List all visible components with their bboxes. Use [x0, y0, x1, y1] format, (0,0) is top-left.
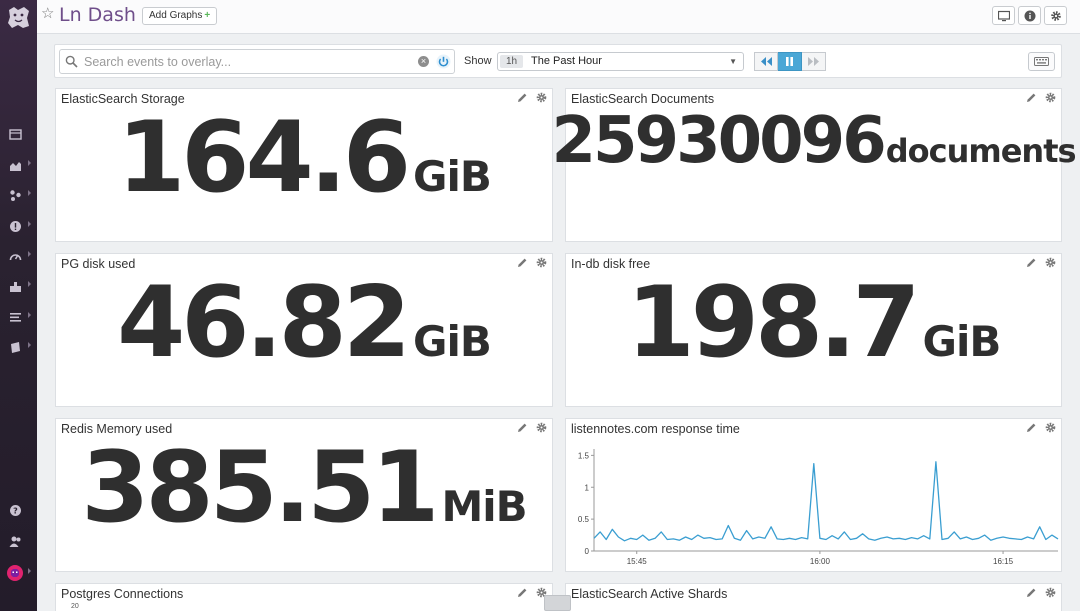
help-icon[interactable]: ?	[9, 502, 27, 518]
query-value-unit: GiB	[413, 152, 492, 201]
gear-icon[interactable]	[536, 92, 547, 103]
monitor-icon	[997, 10, 1010, 21]
integrations-icon[interactable]	[9, 187, 31, 203]
widget-pg-disk-used: PG disk used 46.82 GiB	[55, 253, 553, 407]
x-tick-label: 15:45	[627, 557, 648, 566]
widget-elasticsearch-storage: ElasticSearch Storage 164.6 GiB	[55, 88, 553, 242]
response-time-series-line	[593, 461, 1059, 542]
info-icon	[1024, 10, 1035, 21]
widget-title: listennotes.com response time	[571, 422, 740, 436]
rewind-button[interactable]	[754, 52, 778, 71]
dashboard-toolbar: × Show 1h The Past Hour ▼	[54, 44, 1062, 78]
fast-forward-icon	[808, 57, 819, 66]
gear-icon[interactable]	[1045, 257, 1056, 268]
pause-icon	[786, 57, 793, 66]
apm-gauge-icon[interactable]	[9, 248, 31, 264]
widget-response-time-chart: listennotes.com response time 0 0.5 1 1.5 15…	[565, 418, 1062, 572]
metrics-icon[interactable]	[9, 157, 31, 173]
query-value: 46.82 GiB	[56, 274, 552, 406]
pencil-edit-icon[interactable]	[517, 92, 528, 103]
gear-icon[interactable]	[536, 422, 547, 433]
pencil-edit-icon[interactable]	[517, 422, 528, 433]
notebooks-icon[interactable]	[9, 339, 31, 355]
dashboard-title[interactable]: Ln Dash	[59, 4, 136, 26]
keyboard-shortcuts-button[interactable]	[1028, 52, 1055, 71]
x-tick-label: 16:00	[810, 557, 831, 566]
widget-title: ElasticSearch Active Shards	[571, 587, 728, 601]
query-value: 164.6 GiB	[56, 109, 552, 241]
pause-button[interactable]	[778, 52, 802, 71]
tv-mode-button[interactable]	[992, 6, 1015, 25]
query-value-number: 25930096	[551, 104, 886, 178]
fast-forward-button[interactable]	[802, 52, 826, 71]
team-icon[interactable]	[9, 533, 27, 549]
show-label: Show	[464, 55, 492, 67]
favorite-star-icon[interactable]: ☆	[41, 6, 54, 21]
query-value-number: 385.51	[81, 431, 439, 545]
query-value: 385.51 MiB	[56, 439, 552, 571]
gear-icon[interactable]	[1045, 422, 1056, 433]
query-value-number: 46.82	[117, 266, 411, 380]
pencil-edit-icon[interactable]	[1026, 422, 1037, 433]
gear-icon[interactable]	[1045, 587, 1056, 598]
query-value: 198.7 GiB	[566, 274, 1061, 406]
logs-list-icon[interactable]	[9, 309, 31, 325]
info-button[interactable]	[1018, 6, 1041, 25]
query-value-unit: MiB	[441, 482, 527, 531]
gear-icon	[1050, 10, 1061, 21]
dashboard-header: ☆ Ln Dash Add Graphs +	[37, 0, 1080, 34]
query-value-number: 164.6	[117, 101, 411, 215]
svg-text:?: ?	[13, 506, 18, 515]
y-tick-label: 0	[585, 547, 590, 556]
widget-elasticsearch-documents: ElasticSearch Documents 25930096 documen…	[551, 88, 1077, 242]
timeframe-value: The Past Hour	[531, 55, 602, 67]
search-icon	[65, 55, 78, 68]
widget-in-db-disk-free: In-db disk free 198.7 GiB	[565, 253, 1062, 407]
gear-icon[interactable]	[1045, 92, 1056, 103]
power-toggle-icon[interactable]	[436, 54, 451, 69]
response-time-line-chart[interactable]: 00.511.515:4516:0016:1516:30	[566, 439, 1061, 571]
widget-redis-memory-used: Redis Memory used 385.51 MiB	[55, 418, 553, 572]
query-value-number: 198.7	[626, 266, 921, 380]
pencil-edit-icon[interactable]	[1026, 587, 1037, 598]
timeframe-badge: 1h	[500, 55, 524, 68]
widget-title: Postgres Connections	[61, 587, 184, 601]
monitors-icon[interactable]	[9, 218, 31, 234]
settings-button[interactable]	[1044, 6, 1067, 25]
widget-postgres-connections: Postgres Connections 20	[55, 583, 553, 611]
plus-icon: +	[204, 10, 211, 21]
y-tick-label: 0.5	[578, 515, 590, 524]
pencil-edit-icon[interactable]	[1026, 92, 1037, 103]
rewind-icon	[760, 57, 772, 66]
user-avatar-icon[interactable]	[7, 565, 31, 581]
x-tick-label: 16:15	[993, 557, 1014, 566]
pencil-edit-icon[interactable]	[517, 587, 528, 598]
playback-controls	[754, 52, 826, 71]
query-value-unit: GiB	[413, 317, 492, 366]
event-search-input[interactable]	[84, 53, 404, 71]
gear-icon[interactable]	[536, 257, 547, 268]
infrastructure-icon[interactable]	[9, 278, 31, 294]
y-tick-label: 1.5	[578, 451, 590, 460]
add-graphs-button[interactable]: Add Graphs +	[142, 7, 218, 25]
query-value: 25930096 documents	[551, 109, 1076, 241]
clear-search-icon[interactable]: ×	[418, 56, 429, 67]
timeframe-select[interactable]: 1h The Past Hour ▼	[497, 52, 744, 71]
keyboard-icon	[1034, 57, 1049, 66]
drag-handle[interactable]	[544, 595, 571, 611]
pencil-edit-icon[interactable]	[1026, 257, 1037, 268]
query-value-unit: GiB	[922, 317, 1002, 366]
event-search-box: ×	[59, 49, 455, 74]
datadog-logo-icon[interactable]	[5, 4, 32, 31]
add-graphs-label: Add Graphs	[149, 10, 203, 21]
query-value-unit: documents	[885, 132, 1077, 170]
pencil-edit-icon[interactable]	[517, 257, 528, 268]
chevron-down-icon: ▼	[729, 57, 737, 66]
dashboards-icon[interactable]	[9, 126, 27, 142]
y-tick-label: 1	[585, 483, 590, 492]
left-sidebar: ?	[0, 0, 37, 611]
widget-elasticsearch-active-shards: ElasticSearch Active Shards	[565, 583, 1062, 611]
y-tick-label: 20	[71, 603, 79, 610]
header-actions	[992, 6, 1067, 25]
